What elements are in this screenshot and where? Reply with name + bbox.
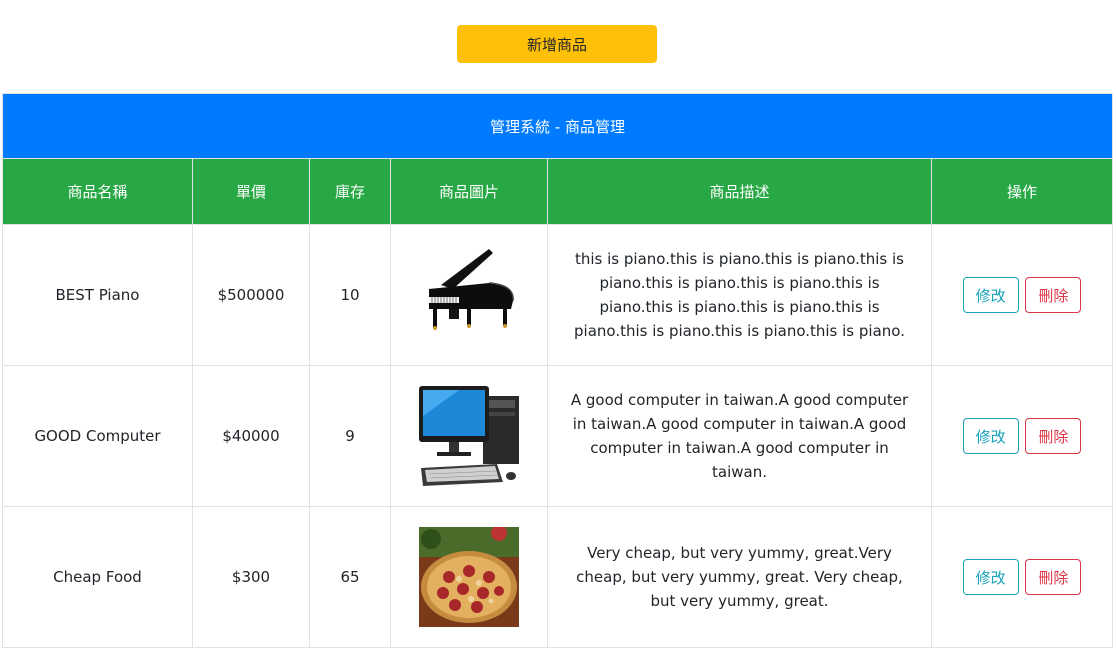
piano-image [419, 245, 519, 345]
computer-image [419, 386, 519, 486]
product-stock: 10 [309, 224, 391, 366]
product-table: 管理系統 - 商品管理 商品名稱 單價 庫存 商品圖片 商品描述 操作 BEST… [1, 93, 1114, 648]
header-description: 商品描述 [547, 158, 932, 225]
product-price: $40000 [192, 365, 310, 507]
product-name: BEST Piano [2, 224, 193, 366]
header-actions: 操作 [930, 158, 1114, 225]
delete-button[interactable]: 刪除 [1025, 418, 1082, 454]
edit-button[interactable]: 修改 [962, 559, 1019, 595]
header-stock: 庫存 [309, 158, 391, 225]
table-row: Cheap Food $300 65 Very cheap, but very … [2, 506, 1114, 648]
actions-cell: 修改 刪除 [930, 224, 1114, 366]
product-description: this is piano.this is piano.this is pian… [547, 224, 932, 366]
delete-button[interactable]: 刪除 [1025, 559, 1082, 595]
table-title: 管理系統 - 商品管理 [1, 93, 1114, 159]
product-stock: 65 [309, 506, 391, 648]
table-row: BEST Piano $500000 10 this is piano.this… [2, 224, 1114, 366]
table-title-row: 管理系統 - 商品管理 [1, 93, 1114, 159]
pizza-image [419, 527, 519, 627]
product-price: $500000 [192, 224, 310, 366]
actions-cell: 修改 刪除 [930, 506, 1114, 648]
product-name: GOOD Computer [2, 365, 193, 507]
actions-cell: 修改 刪除 [930, 365, 1114, 507]
table-row: GOOD Computer $40000 9 A good computer i… [2, 365, 1114, 507]
edit-button[interactable]: 修改 [962, 277, 1019, 313]
header-product-name: 商品名稱 [2, 158, 193, 225]
product-image-cell [390, 365, 548, 507]
header-price: 單價 [192, 158, 310, 225]
table-header-row: 商品名稱 單價 庫存 商品圖片 商品描述 操作 [2, 158, 1114, 225]
product-stock: 9 [309, 365, 391, 507]
edit-button[interactable]: 修改 [962, 418, 1019, 454]
product-name: Cheap Food [2, 506, 193, 648]
product-description: A good computer in taiwan.A good compute… [547, 365, 932, 507]
product-image-cell [390, 224, 548, 366]
product-image-cell [390, 506, 548, 648]
product-description: Very cheap, but very yummy, great.Very c… [547, 506, 932, 648]
add-product-button[interactable]: 新增商品 [457, 25, 657, 63]
product-price: $300 [192, 506, 310, 648]
delete-button[interactable]: 刪除 [1025, 277, 1082, 313]
header-image: 商品圖片 [390, 158, 548, 225]
